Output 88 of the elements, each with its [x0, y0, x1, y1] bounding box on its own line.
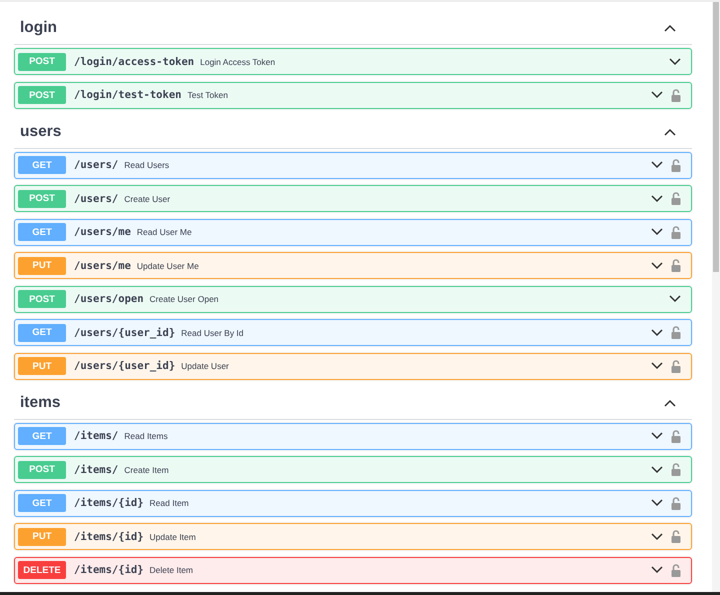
endpoint-summary: Update User: [181, 361, 229, 371]
operation-row[interactable]: POST /users/open Create User Open: [14, 286, 692, 312]
endpoint-summary: Read User By Id: [181, 328, 244, 338]
endpoint-summary: Read Item: [150, 498, 189, 508]
operation-row[interactable]: GET /users/{user_id} Read User By Id: [14, 319, 692, 346]
operation-row[interactable]: POST /items/ Create Item: [14, 456, 692, 483]
chevron-icon[interactable]: [664, 128, 676, 136]
endpoint-summary: Login Access Token: [200, 56, 276, 66]
endpoint-summary: Read Items: [124, 431, 168, 441]
endpoint-path: /users/: [74, 192, 118, 204]
endpoint-path: /items/{id}: [74, 530, 144, 542]
lock-icon[interactable]: [671, 360, 681, 372]
endpoint-path: /users/me: [74, 226, 131, 238]
operation-row[interactable]: GET /items/{id} Read Item: [14, 490, 692, 516]
chevron-down-icon[interactable]: [651, 432, 663, 440]
endpoint-path: /users/{user_id}: [74, 360, 176, 372]
endpoint-summary: Create Item: [124, 464, 169, 474]
endpoint-summary: Update User Me: [136, 260, 199, 270]
method-badge: GET: [18, 223, 66, 241]
lock-icon[interactable]: [671, 88, 681, 102]
lock-icon[interactable]: [671, 158, 681, 172]
operation-row[interactable]: PUT /users/me Update User Me: [14, 252, 692, 279]
operation-row[interactable]: GET /users/me Read User Me: [14, 218, 692, 246]
chevron-down-icon[interactable]: [651, 228, 663, 236]
section-title[interactable]: items: [20, 394, 60, 412]
chevron-down-icon[interactable]: [651, 532, 663, 540]
chevron-down-icon[interactable]: [651, 161, 663, 169]
lock-icon[interactable]: [671, 326, 681, 339]
endpoint-path: /users/me: [74, 260, 131, 272]
lock-icon[interactable]: [671, 192, 681, 205]
chevron-down-icon[interactable]: [651, 362, 663, 370]
lock-icon[interactable]: [671, 226, 681, 238]
chevron-icon[interactable]: [664, 398, 676, 406]
lock-icon[interactable]: [671, 259, 681, 272]
endpoint-summary: Create User Open: [150, 294, 219, 304]
chevron-down-icon[interactable]: [651, 566, 663, 574]
operation-row[interactable]: POST /login/access-token Login Access Token: [14, 48, 692, 75]
endpoint-path: /login/test-token: [74, 89, 182, 101]
method-badge: DELETE: [18, 561, 66, 579]
chevron-down-icon[interactable]: [669, 295, 681, 303]
operation-row[interactable]: PUT /users/{user_id} Update User: [14, 352, 692, 380]
chevron-down-icon[interactable]: [651, 194, 663, 202]
endpoint-path: /users/: [74, 159, 118, 171]
endpoint-path: /login/access-token: [74, 56, 194, 68]
lock-icon[interactable]: [671, 496, 681, 510]
method-badge: POST: [18, 460, 66, 478]
endpoint-summary: Delete Item: [150, 565, 194, 575]
method-badge: PUT: [18, 357, 66, 375]
endpoint-summary: Update Item: [150, 532, 196, 542]
method-badge: POST: [18, 290, 66, 308]
scrollbar[interactable]: [712, 2, 720, 592]
method-badge: GET: [18, 494, 66, 512]
method-badge: PUT: [18, 528, 66, 546]
endpoint-path: /users/{user_id}: [74, 326, 176, 338]
endpoint-path: /items/: [74, 464, 118, 476]
chevron-down-icon[interactable]: [669, 58, 681, 66]
lock-icon[interactable]: [671, 463, 681, 476]
operation-row[interactable]: GET /users/ Read Users: [14, 152, 692, 178]
section-title[interactable]: login: [20, 19, 58, 37]
chevron-down-icon[interactable]: [651, 91, 663, 99]
lock-icon[interactable]: [671, 530, 681, 543]
endpoint-path: /users/open: [74, 293, 144, 305]
endpoint-summary: Read Users: [124, 160, 170, 170]
chevron-down-icon[interactable]: [651, 499, 663, 507]
operation-row[interactable]: POST /users/ Create User: [14, 185, 692, 212]
operation-row[interactable]: POST /login/test-token Test Token: [14, 82, 692, 108]
section-title[interactable]: users: [20, 122, 62, 140]
method-badge: PUT: [18, 256, 66, 274]
method-badge: POST: [18, 52, 66, 70]
endpoint-path: /items/: [74, 430, 118, 442]
operation-row[interactable]: DELETE /items/{id} Delete Item: [14, 556, 692, 584]
method-badge: GET: [18, 427, 66, 445]
endpoint-path: /items/{id}: [74, 497, 144, 509]
chevron-icon[interactable]: [664, 24, 676, 32]
chevron-down-icon[interactable]: [651, 466, 663, 474]
method-badge: POST: [18, 190, 66, 208]
chevron-down-icon[interactable]: [651, 328, 663, 336]
lock-icon[interactable]: [671, 430, 681, 442]
method-badge: GET: [18, 156, 66, 174]
method-badge: POST: [18, 86, 66, 104]
operation-row[interactable]: PUT /items/{id} Update Item: [14, 523, 692, 550]
endpoint-summary: Test Token: [187, 90, 228, 100]
operation-row[interactable]: GET /items/ Read Items: [14, 422, 692, 450]
endpoint-path: /items/{id}: [74, 564, 144, 576]
chevron-down-icon[interactable]: [651, 262, 663, 270]
endpoint-summary: Read User Me: [136, 227, 192, 237]
method-badge: GET: [18, 324, 66, 342]
endpoint-summary: Create User: [124, 194, 170, 204]
